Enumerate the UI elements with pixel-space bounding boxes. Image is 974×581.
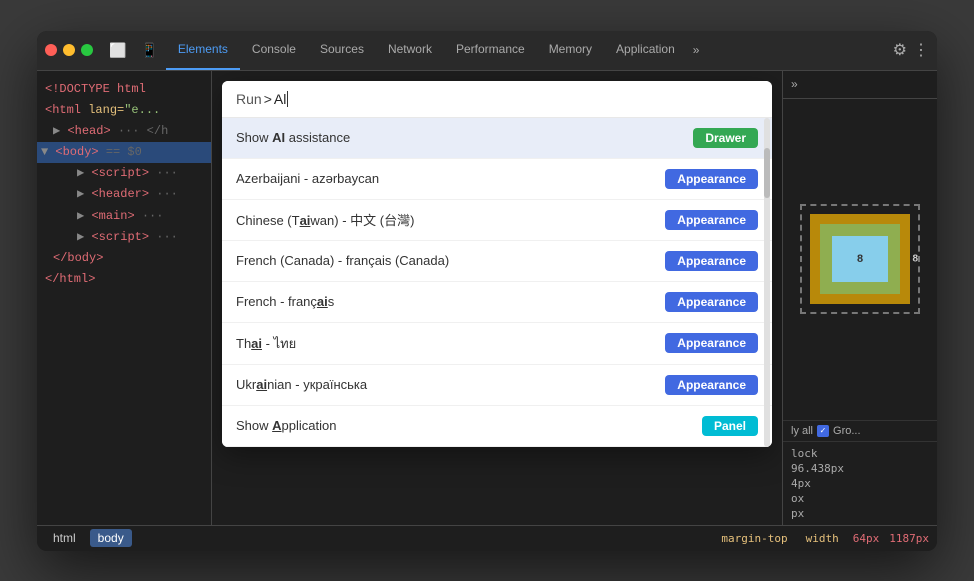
result-chinese-taiwan[interactable]: Chinese (Taiwan) - 中文 (台灣) Appearance xyxy=(222,200,772,241)
breadcrumb-html[interactable]: html xyxy=(45,529,84,547)
header-tag[interactable]: ▶ <header> ··· xyxy=(37,184,211,205)
result-label-application: Show Application xyxy=(236,418,336,433)
devtools-window: ⬜ 📱 Elements Console Sources Network Per… xyxy=(37,31,937,551)
prop-lock: lock xyxy=(791,446,929,461)
result-label-ukrainian: Ukrainian - українська xyxy=(236,377,367,392)
cmd-arrow: > xyxy=(264,91,272,107)
main-content: <!DOCTYPE html <html lang="e... ▶ <head>… xyxy=(37,71,937,525)
badge-drawer[interactable]: Drawer xyxy=(693,128,758,148)
toolbar-icons: ⬜ 📱 xyxy=(105,40,162,61)
bottom-value2: 1187px xyxy=(889,532,929,545)
tab-elements[interactable]: Elements xyxy=(166,31,240,71)
result-french-canada[interactable]: French (Canada) - français (Canada) Appe… xyxy=(222,241,772,282)
elements-panel: <!DOCTYPE html <html lang="e... ▶ <head>… xyxy=(37,71,212,525)
tab-sources[interactable]: Sources xyxy=(308,31,376,71)
window-controls xyxy=(45,44,93,56)
overlay-area: Run > Al Show AI assistance Drawer xyxy=(212,71,782,525)
badge-appearance-2[interactable]: Appearance xyxy=(665,210,758,230)
result-label-french-canada: French (Canada) - français (Canada) xyxy=(236,253,449,268)
close-button[interactable] xyxy=(45,44,57,56)
result-label-azerbaijani: Azerbaijani - azərbaycan xyxy=(236,171,379,186)
badge-appearance-6[interactable]: Appearance xyxy=(665,375,758,395)
result-label-french: French - français xyxy=(236,294,334,309)
inspect-icon[interactable]: ⬜ xyxy=(105,40,130,61)
html-close-tag: </html> xyxy=(37,269,211,290)
result-ukrainian[interactable]: Ukrainian - українська Appearance xyxy=(222,365,772,406)
scrollbar-track xyxy=(764,118,770,447)
right-panel: » 8 8 ly all Gro... xyxy=(782,71,937,525)
box-content: 8 xyxy=(832,236,888,282)
badge-appearance-3[interactable]: Appearance xyxy=(665,251,758,271)
tab-performance[interactable]: Performance xyxy=(444,31,537,71)
more-options-icon[interactable]: ⋮ xyxy=(913,40,929,60)
prop-4px: 4px xyxy=(791,476,929,491)
group-checkbox[interactable] xyxy=(817,425,829,437)
minimize-button[interactable] xyxy=(63,44,75,56)
main-tag[interactable]: ▶ <main> ··· xyxy=(37,206,211,227)
filter-label: ly all xyxy=(791,425,813,437)
tabs-list: Elements Console Sources Network Perform… xyxy=(166,31,893,71)
device-icon[interactable]: 📱 xyxy=(136,40,161,61)
result-azerbaijani[interactable]: Azerbaijani - azərbaycan Appearance xyxy=(222,159,772,200)
group-label: Gro... xyxy=(833,425,861,437)
badge-appearance-5[interactable]: Appearance xyxy=(665,333,758,353)
prop-px: px xyxy=(791,506,929,521)
result-show-application[interactable]: Show Application Panel xyxy=(222,406,772,447)
badge-appearance-4[interactable]: Appearance xyxy=(665,292,758,312)
maximize-button[interactable] xyxy=(81,44,93,56)
scrollbar-thumb[interactable] xyxy=(764,148,770,198)
run-label: Run xyxy=(236,91,262,107)
result-label-chinese: Chinese (Taiwan) - 中文 (台灣) xyxy=(236,210,414,229)
head-tag[interactable]: ▶ <head> ··· </h xyxy=(37,121,211,142)
command-results: Show AI assistance Drawer Azerbaijani - … xyxy=(222,118,772,447)
box-model-area: 8 8 xyxy=(783,99,937,420)
more-tabs-icon[interactable]: » xyxy=(687,43,706,57)
script-tag-1[interactable]: ▶ <script> ··· xyxy=(37,163,211,184)
box-model: 8 8 xyxy=(800,204,920,314)
html-doctype: <!DOCTYPE html xyxy=(37,79,211,100)
result-label-ai: Show AI assistance xyxy=(236,130,350,145)
tab-console[interactable]: Console xyxy=(240,31,308,71)
bottom-bar: html body margin-top width 64px 1187px xyxy=(37,525,937,551)
breadcrumb-body[interactable]: body xyxy=(90,529,132,547)
command-palette: Run > Al Show AI assistance Drawer xyxy=(222,81,772,447)
computed-props: lock 96.438px 4px ox px xyxy=(783,441,937,525)
badge-panel[interactable]: Panel xyxy=(702,416,758,436)
width-row: width xyxy=(802,532,843,545)
margin-top-row: margin-top xyxy=(717,532,791,545)
command-input-row[interactable]: Run > Al xyxy=(222,81,772,118)
bottom-right: margin-top width 64px 1187px xyxy=(717,532,929,545)
tab-bar: ⬜ 📱 Elements Console Sources Network Per… xyxy=(37,31,937,71)
box-right-label: 8 xyxy=(912,254,918,265)
script-tag-2[interactable]: ▶ <script> ··· xyxy=(37,227,211,248)
cursor xyxy=(287,91,288,107)
result-french[interactable]: French - français Appearance xyxy=(222,282,772,323)
filter-row: ly all Gro... xyxy=(783,420,937,441)
bottom-value: 64px xyxy=(853,532,880,545)
badge-appearance-1[interactable]: Appearance xyxy=(665,169,758,189)
settings-icon[interactable]: ⚙ xyxy=(893,40,907,60)
tab-application[interactable]: Application xyxy=(604,31,687,71)
right-toolbar: » xyxy=(783,71,937,99)
prop-ox: ox xyxy=(791,491,929,506)
tab-memory[interactable]: Memory xyxy=(537,31,604,71)
body-tag[interactable]: ▼ <body> == $0 xyxy=(37,142,211,163)
result-ai-assistance[interactable]: Show AI assistance Drawer xyxy=(222,118,772,159)
result-thai[interactable]: Thai - ไทย Appearance xyxy=(222,323,772,365)
tab-bar-right: ⚙ ⋮ xyxy=(893,40,929,60)
box-content-number: 8 xyxy=(857,253,863,265)
result-label-thai: Thai - ไทย xyxy=(236,333,296,354)
forward-arrow-icon[interactable]: » xyxy=(791,77,798,91)
tab-network[interactable]: Network xyxy=(376,31,444,71)
prop-width1: 96.438px xyxy=(791,461,929,476)
body-close-tag: </body> xyxy=(37,248,211,269)
command-input-text[interactable]: Al xyxy=(274,91,286,107)
html-tag[interactable]: <html lang="e... xyxy=(37,100,211,121)
